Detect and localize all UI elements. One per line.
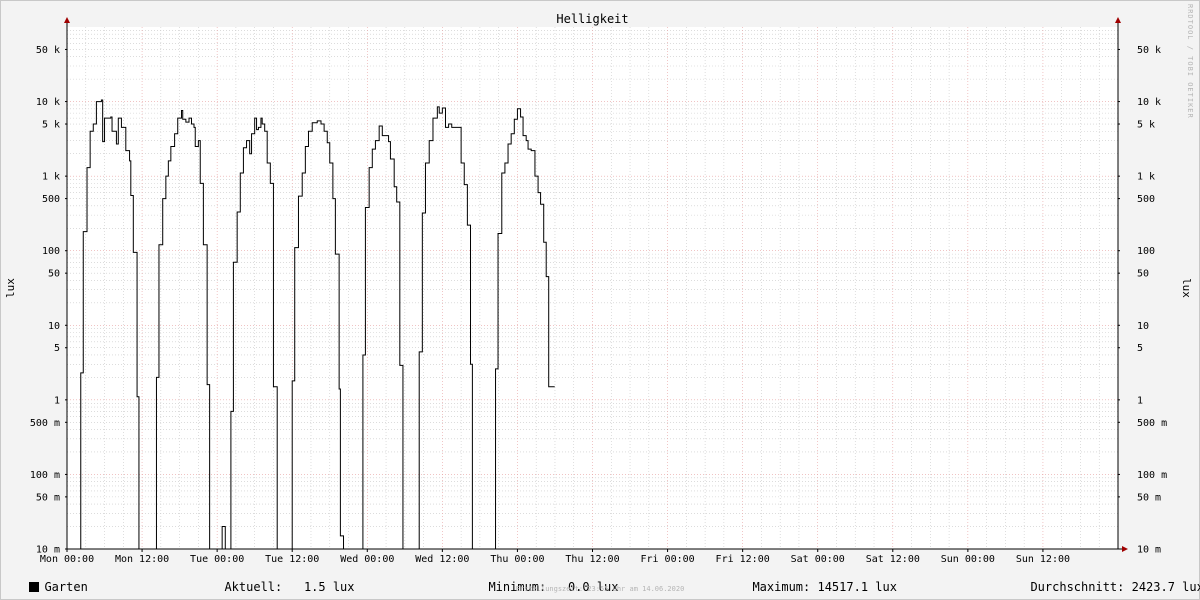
x-tick-label: Wed 00:00	[340, 554, 394, 565]
x-tick-label: Sat 12:00	[866, 554, 920, 565]
y-tick-label-left: 100 m	[30, 470, 60, 481]
y-tick-label-right: 500 m	[1137, 418, 1167, 429]
x-tick-label: Tue 12:00	[265, 554, 319, 565]
y-tick-label-left: 10	[48, 321, 60, 332]
y-axis-arrow-right	[1115, 17, 1121, 23]
y-tick-label-left: 50 k	[36, 45, 60, 56]
y-tick-label-right: 10	[1137, 321, 1149, 332]
y-tick-label-left: 50	[48, 269, 60, 280]
x-tick-label: Mon 12:00	[115, 554, 169, 565]
x-tick-label: Mon 00:00	[40, 554, 94, 565]
x-tick-label: Thu 00:00	[490, 554, 544, 565]
x-tick-label: Fri 12:00	[716, 554, 770, 565]
y-tick-label-right: 50 m	[1137, 492, 1161, 503]
y-tick-label-right: 5	[1137, 343, 1143, 354]
y-tick-label-left: 10 k	[36, 97, 60, 108]
y-tick-label-right: 50 k	[1137, 45, 1161, 56]
creation-time-footer: Erstellungszeit: 23:55 Uhr am 14.06.2020	[515, 585, 685, 593]
y-tick-label-right: 500	[1137, 194, 1155, 205]
y-tick-label-right: 5 k	[1137, 120, 1155, 131]
chart-title: Helligkeit	[556, 12, 628, 26]
y-tick-label-left: 5	[54, 343, 60, 354]
y-tick-label-left: 500	[42, 194, 60, 205]
y-tick-label-left: 50 m	[36, 492, 60, 503]
chart-svg: 50 k 50 k 10 k 10 k 5 k 5 k 1 k 1 k 500 500 100 100…	[4, 12, 1193, 565]
x-tick-label: Fri 00:00	[640, 554, 694, 565]
x-tick-label: Sat 00:00	[791, 554, 845, 565]
x-tick-label: Tue 00:00	[190, 554, 244, 565]
y-tick-label-left: 1 k	[42, 172, 60, 183]
rrdtool-watermark: RRDTOOL / TOBI OETIKER	[1186, 4, 1194, 119]
y-tick-label-right: 1 k	[1137, 172, 1155, 183]
y-axis-arrow-left	[64, 17, 70, 23]
x-tick-label: Wed 12:00	[415, 554, 469, 565]
y-tick-label-left: 100	[42, 246, 60, 257]
y-tick-label-right: 100	[1137, 246, 1155, 257]
x-tick-label: Thu 12:00	[565, 554, 619, 565]
x-axis-arrow	[1122, 546, 1128, 552]
y-tick-label-right: 1	[1137, 395, 1143, 406]
y-tick-label-right: 100 m	[1137, 470, 1167, 481]
y-tick-label-right: 10 m	[1137, 545, 1161, 556]
x-tick-label: Sun 00:00	[941, 554, 995, 565]
y-tick-label-left: 500 m	[30, 418, 60, 429]
x-tick-label: Sun 12:00	[1016, 554, 1070, 565]
y-tick-label-right: 50	[1137, 269, 1149, 280]
y-tick-label-right: 10 k	[1137, 97, 1161, 108]
y-tick-label-left: 1	[54, 395, 60, 406]
y-tick-label-left: 5 k	[42, 120, 60, 131]
y-axis-label-right: lux	[1180, 278, 1193, 298]
y-axis-label-left: lux	[4, 278, 17, 298]
